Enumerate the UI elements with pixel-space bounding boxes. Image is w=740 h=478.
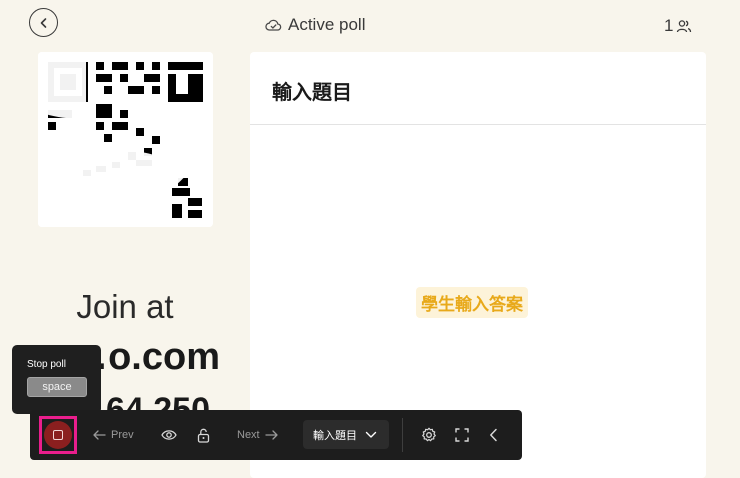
eye-icon: [161, 429, 177, 441]
chevron-left-icon: [40, 17, 46, 28]
stop-button-circle: [44, 421, 72, 449]
participants-count[interactable]: 1: [664, 16, 692, 36]
arrow-left-icon: [92, 429, 106, 441]
tooltip-label: Stop poll: [27, 359, 66, 370]
qr-code: [38, 52, 213, 227]
poll-status: Active poll: [265, 15, 365, 35]
question-title: 輸入題目: [250, 52, 706, 125]
next-button[interactable]: Next: [237, 410, 279, 460]
question-select[interactable]: 輸入題目: [303, 420, 389, 449]
lock-toggle-button[interactable]: [197, 410, 210, 460]
toolbar-divider: [402, 418, 403, 452]
join-label: Join at: [76, 288, 174, 325]
chevron-down-icon: [365, 431, 377, 439]
unlock-icon: [197, 428, 210, 443]
prev-label: Prev: [111, 429, 134, 441]
users-icon: [677, 20, 692, 33]
toggle-visibility-button[interactable]: [161, 410, 177, 460]
collapse-toolbar-button[interactable]: [489, 410, 498, 460]
qr-code-image: [38, 52, 213, 227]
fullscreen-icon: [455, 428, 469, 442]
stop-icon: [53, 430, 63, 440]
cloud-check-icon: [265, 19, 282, 31]
prev-button[interactable]: Prev: [92, 410, 134, 460]
chevron-left-icon: [489, 428, 498, 442]
stop-poll-button[interactable]: [39, 416, 77, 454]
settings-button[interactable]: [421, 410, 437, 460]
answer-placeholder: 學生輸入答案: [416, 287, 528, 318]
keyboard-shortcut: space: [27, 377, 87, 397]
back-button[interactable]: [29, 8, 58, 37]
arrow-right-icon: [264, 429, 279, 441]
question-select-value: 輸入題目: [313, 429, 357, 442]
poll-status-label: Active poll: [288, 15, 366, 34]
gear-icon: [421, 427, 437, 443]
stop-poll-tooltip: Stop poll space: [12, 345, 101, 414]
participants-count-value: 1: [664, 16, 674, 35]
presenter-toolbar: Prev Next 輸入題目: [30, 410, 522, 460]
fullscreen-button[interactable]: [455, 410, 469, 460]
next-label: Next: [237, 429, 260, 441]
